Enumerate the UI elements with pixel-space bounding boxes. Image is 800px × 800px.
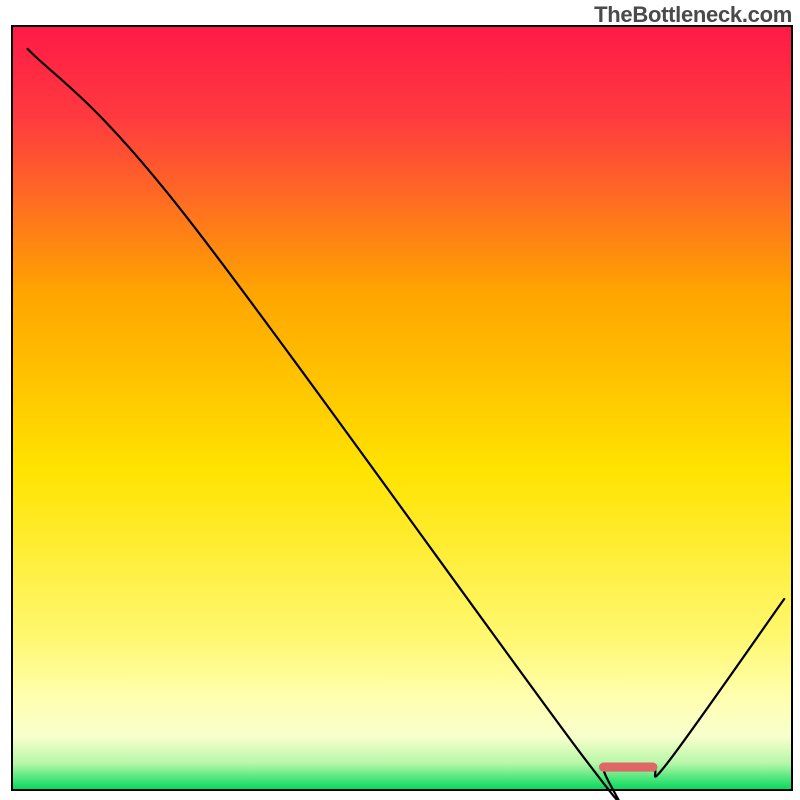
chart-svg xyxy=(0,0,800,800)
gradient-background xyxy=(12,26,792,790)
bottleneck-chart: TheBottleneck.com xyxy=(0,0,800,800)
watermark-text: TheBottleneck.com xyxy=(594,2,792,28)
optimal-region-marker xyxy=(599,762,658,771)
